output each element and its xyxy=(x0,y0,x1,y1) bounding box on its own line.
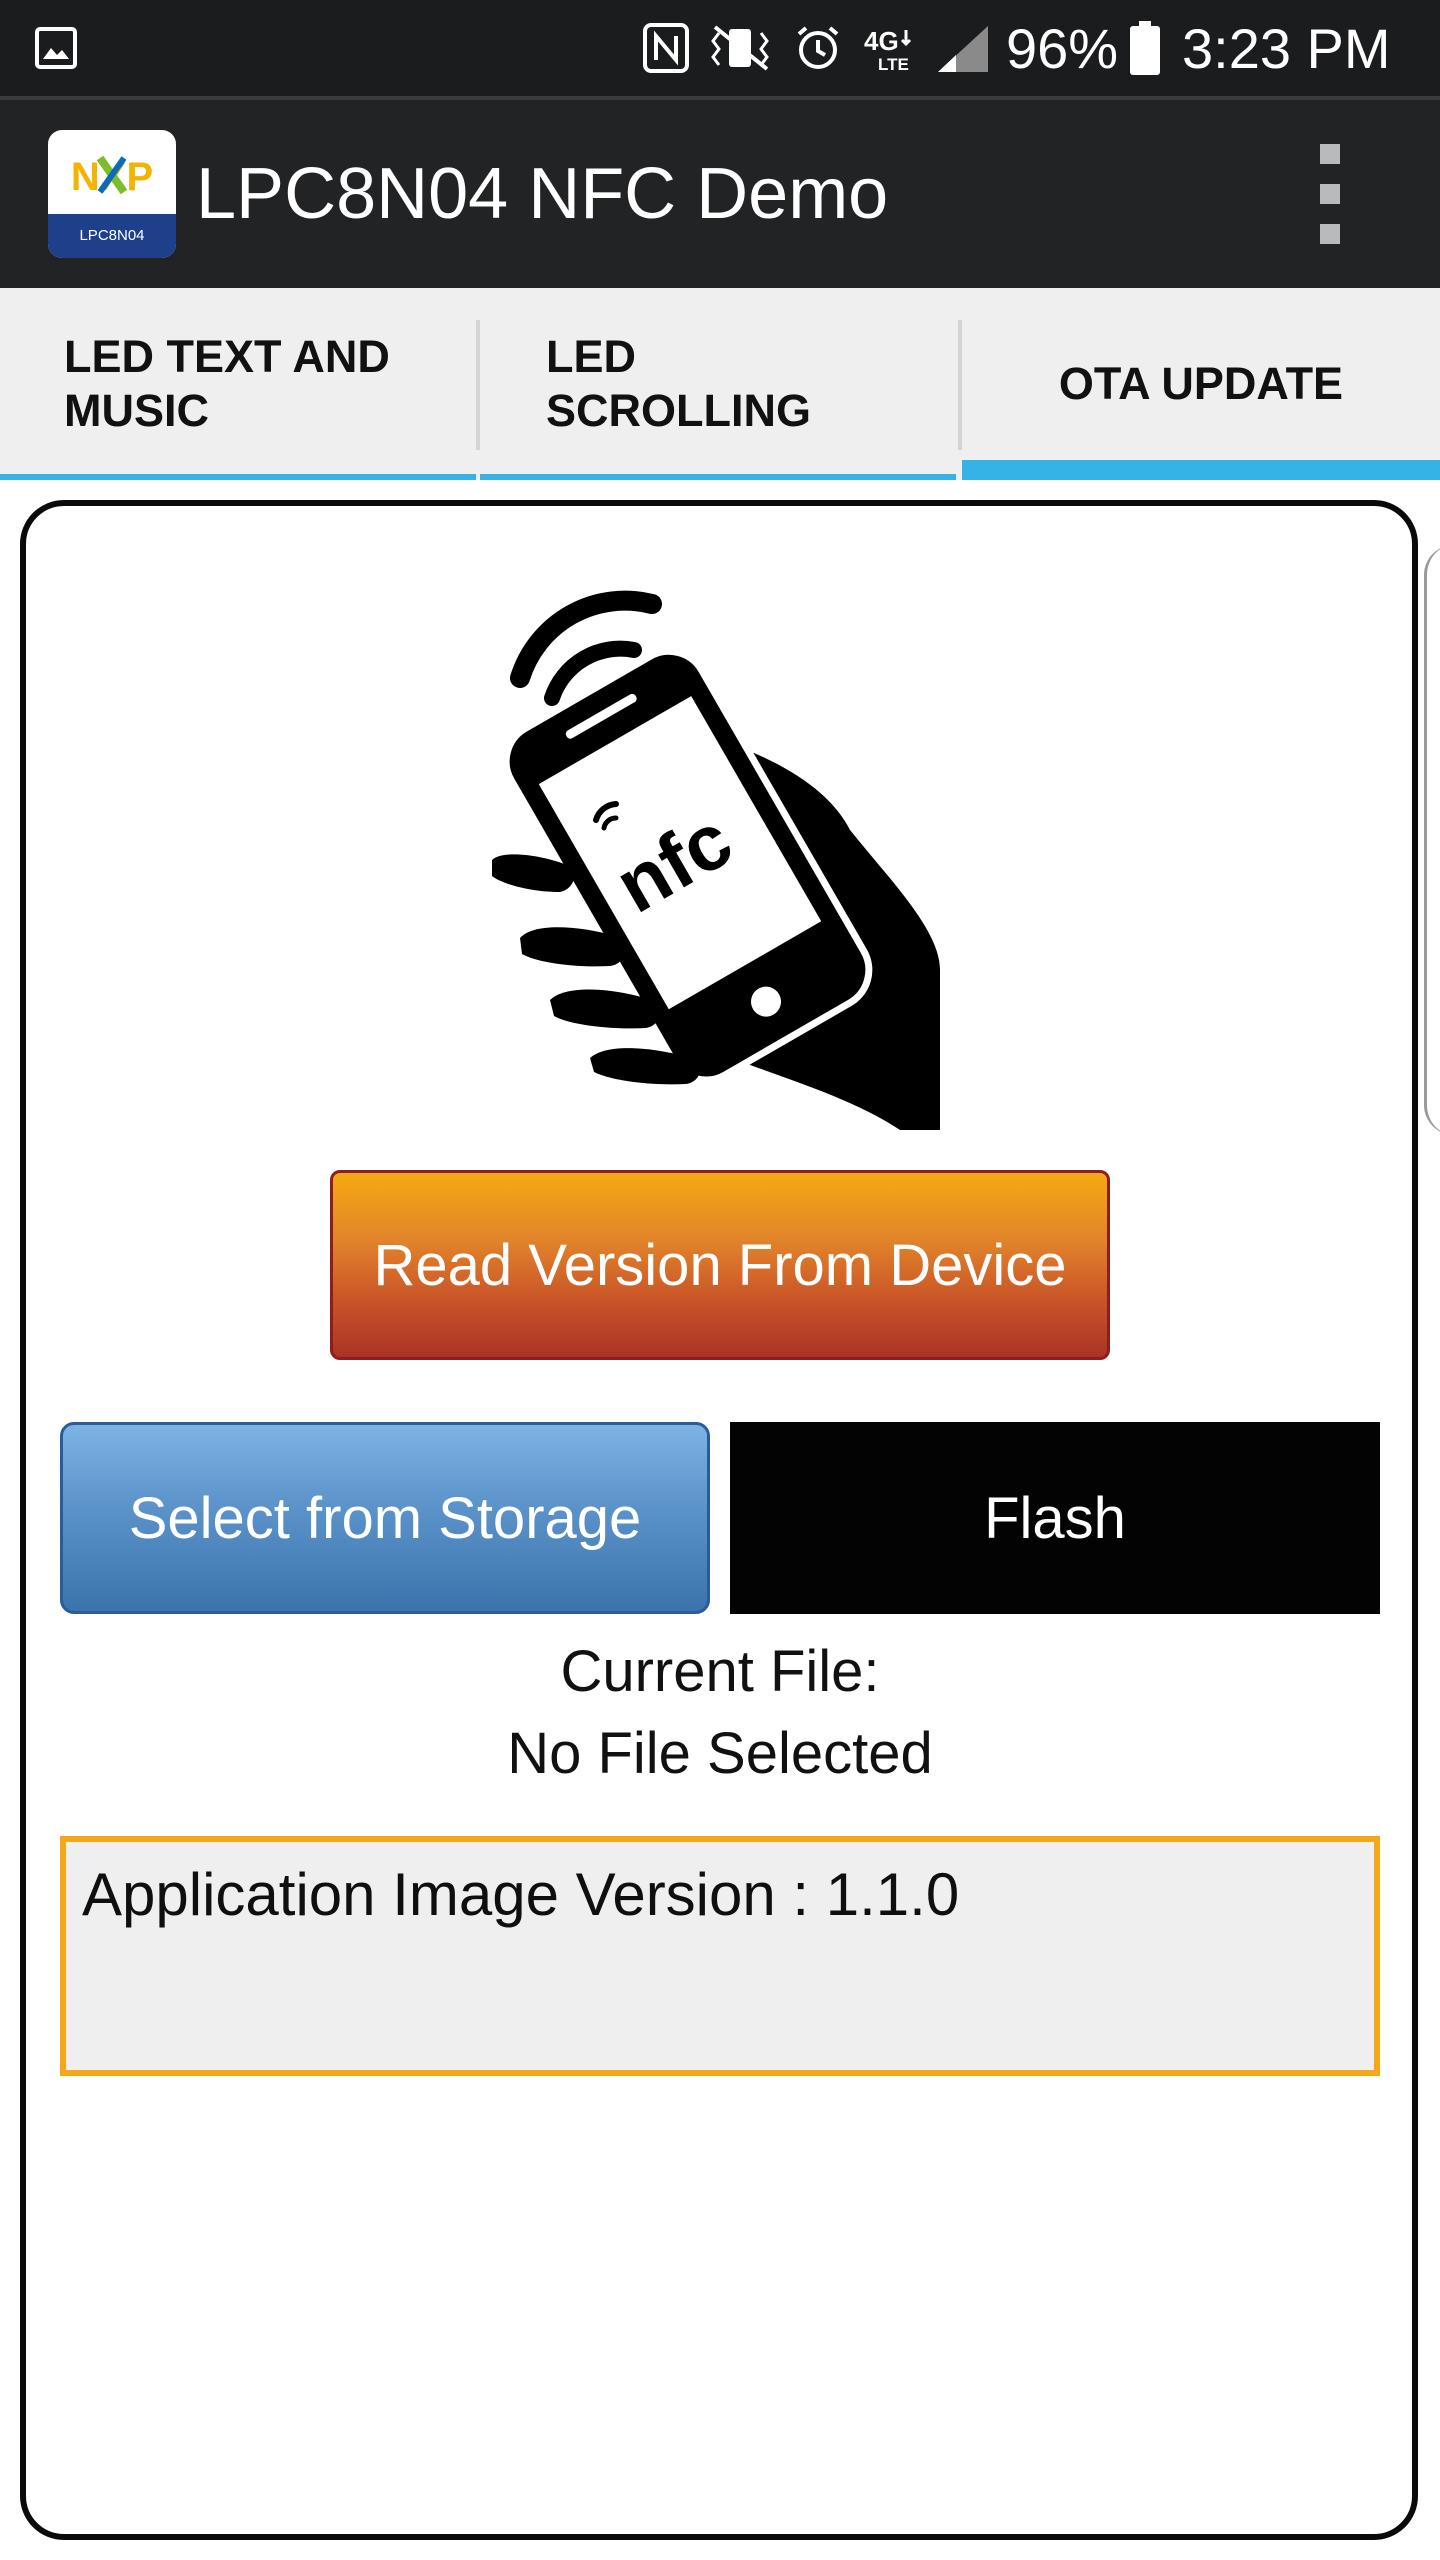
menu-dot xyxy=(1320,144,1340,164)
status-bar: 4G LTE 96% 3:23 PM xyxy=(0,0,1440,96)
svg-text:LTE: LTE xyxy=(878,55,909,74)
nxp-logo-icon: NXP xyxy=(71,155,153,199)
tab-underline xyxy=(0,474,476,480)
app-logo: NXP LPC8N04 xyxy=(48,130,176,258)
flash-button[interactable]: Flash xyxy=(730,1422,1380,1614)
signal-icon xyxy=(932,0,994,96)
version-text: Application Image Version : 1.1.0 xyxy=(82,1861,960,1928)
next-page-edge xyxy=(1424,545,1440,1135)
nfc-hand-phone-icon: nfc xyxy=(492,590,940,1130)
overflow-menu-icon[interactable] xyxy=(1300,144,1360,244)
tab-label-line: SCROLLING xyxy=(546,385,811,436)
app-title: LPC8N04 NFC Demo xyxy=(196,154,889,234)
gallery-icon xyxy=(28,0,84,96)
read-version-button[interactable]: Read Version From Device xyxy=(330,1170,1110,1360)
battery-icon xyxy=(1126,0,1164,96)
tab-label: OTA UPDATE xyxy=(1058,358,1344,409)
lte-icon: 4G LTE xyxy=(860,0,920,96)
tab-selected-indicator xyxy=(962,460,1440,480)
tab-ota-update[interactable]: OTA UPDATE xyxy=(962,288,1440,480)
tab-label-line: LED xyxy=(546,331,636,382)
current-file-label: Current File: xyxy=(560,1639,880,1704)
current-file-value: No File Selected xyxy=(507,1721,933,1786)
vibrate-icon xyxy=(702,0,778,96)
tab-underline xyxy=(480,474,956,480)
version-output-box: Application Image Version : 1.1.0 xyxy=(60,1836,1380,2076)
alarm-icon xyxy=(790,0,846,96)
nfc-icon xyxy=(638,0,694,96)
tab-label: LED TEXT AND MUSIC xyxy=(64,330,390,438)
clock-time: 3:23 PM xyxy=(1182,16,1391,80)
tab-label-line: MUSIC xyxy=(64,385,209,436)
menu-dot xyxy=(1320,224,1340,244)
select-from-storage-button[interactable]: Select from Storage xyxy=(60,1422,710,1614)
tab-led-scrolling[interactable]: LED SCROLLING xyxy=(480,288,956,480)
menu-dot xyxy=(1320,184,1340,204)
battery-percent: 96% xyxy=(1006,16,1119,80)
tab-label: LED SCROLLING xyxy=(546,330,811,438)
tab-label-line: LED TEXT AND xyxy=(64,331,390,382)
logo-caption: LPC8N04 xyxy=(48,214,176,258)
svg-text:4G: 4G xyxy=(864,26,899,56)
action-bar: NXP LPC8N04 LPC8N04 NFC Demo xyxy=(0,96,1440,288)
tab-led-text-and-music[interactable]: LED TEXT AND MUSIC xyxy=(0,288,476,480)
tab-bar: LED TEXT AND MUSIC LED SCROLLING OTA UPD… xyxy=(0,288,1440,480)
